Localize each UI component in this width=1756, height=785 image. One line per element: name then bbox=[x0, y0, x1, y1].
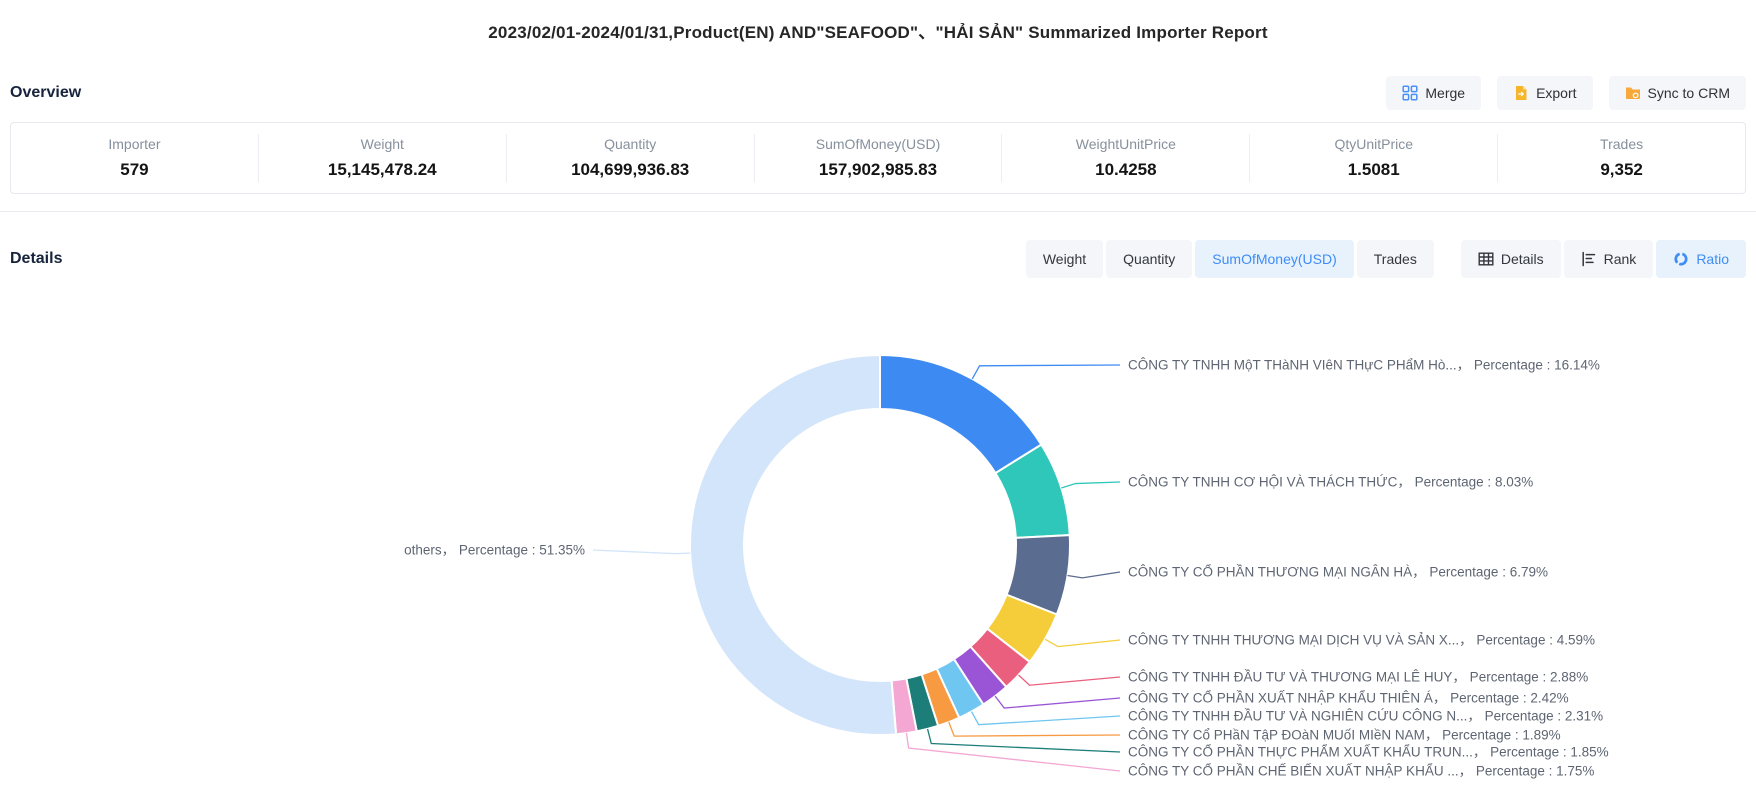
section-divider bbox=[0, 211, 1756, 212]
stat-value: 10.4258 bbox=[1002, 160, 1249, 180]
label-leader-line bbox=[1019, 675, 1120, 685]
label-leader-line bbox=[971, 712, 1120, 725]
slice-label: CÔNG TY CỔ PHẦN THỰC PHẨM XUẤT KHẨU TRUN… bbox=[1128, 745, 1609, 760]
label-leader-line bbox=[928, 729, 1120, 752]
stat-label: SumOfMoney(USD) bbox=[755, 136, 1002, 152]
importer-ratio-chart: CÔNG TY TNHH MộT THàNH VIêN THựC PHẩM Hò… bbox=[0, 300, 1756, 780]
stat-label: Importer bbox=[11, 136, 258, 152]
view-ratio-label: Ratio bbox=[1696, 251, 1729, 267]
export-icon bbox=[1513, 85, 1529, 101]
ratio-icon bbox=[1673, 251, 1689, 267]
label-leader-line bbox=[1068, 572, 1120, 578]
tab-trades[interactable]: Trades bbox=[1357, 240, 1434, 278]
slice-label: CÔNG TY TNHH THƯƠNG MẠI DỊCH VỤ VÀ SẢN X… bbox=[1128, 633, 1595, 648]
view-rank-label: Rank bbox=[1604, 251, 1637, 267]
view-rank-button[interactable]: Rank bbox=[1564, 240, 1654, 278]
stat-label: WeightUnitPrice bbox=[1002, 136, 1249, 152]
merge-button-label: Merge bbox=[1425, 85, 1465, 101]
rank-icon bbox=[1581, 251, 1597, 267]
slice-label: CÔNG TY TNHH CƠ HỘI VÀ THÁCH THỨC， Perce… bbox=[1128, 475, 1533, 490]
view-details-button[interactable]: Details bbox=[1461, 240, 1561, 278]
overview-header-row: Overview Merge Export Sync to CRM bbox=[10, 74, 1746, 112]
stat-value: 104,699,936.83 bbox=[507, 160, 754, 180]
stat-value: 9,352 bbox=[1498, 160, 1745, 180]
pie-slice[interactable] bbox=[690, 355, 896, 735]
view-ratio-button[interactable]: Ratio bbox=[1656, 240, 1746, 278]
overview-heading: Overview bbox=[10, 84, 81, 102]
tab-weight[interactable]: Weight bbox=[1026, 240, 1103, 278]
tab-sum-of-money[interactable]: SumOfMoney(USD) bbox=[1195, 240, 1353, 278]
slice-label: CÔNG TY CỔ PHẦN CHẾ BIẾN XUẤT NHẬP KHẨU … bbox=[1128, 764, 1594, 779]
table-icon bbox=[1478, 251, 1494, 267]
slice-label: others， Percentage : 51.35% bbox=[404, 543, 585, 558]
stat-weight-unit-price: WeightUnitPrice 10.4258 bbox=[1001, 134, 1249, 182]
importer-share-donut-chart: CÔNG TY TNHH MộT THàNH VIêN THựC PHẩM Hò… bbox=[0, 300, 1756, 780]
label-leader-line bbox=[1061, 482, 1120, 488]
stat-label: QtyUnitPrice bbox=[1250, 136, 1497, 152]
details-heading: Details bbox=[10, 250, 62, 268]
slice-label: CÔNG TY Cổ PHầN TậP ĐOàN MUốI MIềN NAM， … bbox=[1128, 728, 1561, 743]
overview-toolbar: Merge Export Sync to CRM bbox=[1386, 76, 1746, 110]
stat-label: Weight bbox=[259, 136, 506, 152]
view-switch-group: Details Rank Ratio bbox=[1458, 240, 1746, 278]
slice-label: CÔNG TY CỔ PHẦN XUẤT NHẬP KHẨU THIÊN Á， … bbox=[1128, 691, 1569, 706]
details-header-row: Details Weight Quantity SumOfMoney(USD) … bbox=[10, 240, 1746, 278]
label-leader-line bbox=[1045, 639, 1120, 646]
stat-importer: Importer 579 bbox=[11, 134, 258, 182]
stat-weight: Weight 15,145,478.24 bbox=[258, 134, 506, 182]
stat-label: Quantity bbox=[507, 136, 754, 152]
stat-label: Trades bbox=[1498, 136, 1745, 152]
merge-icon bbox=[1402, 85, 1418, 101]
slice-label: CÔNG TY CỔ PHẦN THƯƠNG MẠI NGÂN HÀ， Perc… bbox=[1128, 565, 1548, 580]
details-toolbar: Weight Quantity SumOfMoney(USD) Trades D… bbox=[1023, 240, 1746, 278]
pie-slice[interactable] bbox=[880, 355, 1041, 473]
stat-qty-unit-price: QtyUnitPrice 1.5081 bbox=[1249, 134, 1497, 182]
overview-stats-panel: Importer 579 Weight 15,145,478.24 Quanti… bbox=[10, 122, 1746, 194]
slice-label: CÔNG TY TNHH ĐẦU TƯ VÀ NGHIÊN CỨU CÔNG N… bbox=[1128, 709, 1603, 724]
stat-trades: Trades 9,352 bbox=[1497, 134, 1745, 182]
report-title: 2023/02/01-2024/01/31,Product(EN) AND"SE… bbox=[0, 18, 1756, 43]
label-leader-line bbox=[949, 722, 1120, 736]
tab-quantity[interactable]: Quantity bbox=[1106, 240, 1192, 278]
view-details-label: Details bbox=[1501, 251, 1544, 267]
export-button-label: Export bbox=[1536, 85, 1576, 101]
label-leader-line bbox=[995, 696, 1120, 708]
stat-value: 157,902,985.83 bbox=[755, 160, 1002, 180]
slice-label: CÔNG TY TNHH MộT THàNH VIêN THựC PHẩM Hò… bbox=[1128, 358, 1600, 373]
sync-to-crm-button-label: Sync to CRM bbox=[1648, 85, 1730, 101]
stat-value: 1.5081 bbox=[1250, 160, 1497, 180]
label-leader-line bbox=[972, 365, 1120, 379]
label-leader-line bbox=[906, 733, 1120, 771]
merge-button[interactable]: Merge bbox=[1386, 76, 1481, 110]
stat-sum-of-money: SumOfMoney(USD) 157,902,985.83 bbox=[754, 134, 1002, 182]
export-button[interactable]: Export bbox=[1497, 76, 1592, 110]
sync-to-crm-button[interactable]: Sync to CRM bbox=[1609, 76, 1746, 110]
label-leader-line bbox=[593, 550, 690, 554]
stat-quantity: Quantity 104,699,936.83 bbox=[506, 134, 754, 182]
stat-value: 579 bbox=[11, 160, 258, 180]
stat-value: 15,145,478.24 bbox=[259, 160, 506, 180]
sync-crm-icon bbox=[1625, 85, 1641, 101]
slice-label: CÔNG TY TNHH ĐẦU TƯ VÀ THƯƠNG MẠI LÊ HUY… bbox=[1128, 670, 1588, 685]
